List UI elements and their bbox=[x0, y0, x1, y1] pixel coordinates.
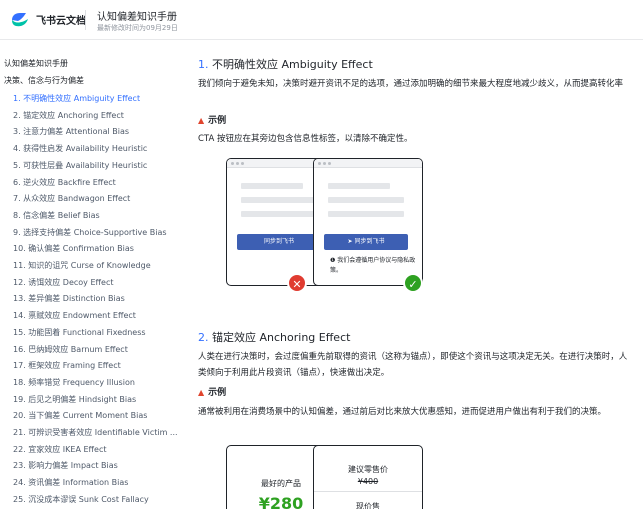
sync-button: ➤ 同步到飞书 bbox=[324, 234, 408, 250]
example-text: 通常被利用在消费场景中的认知偏差，通过前后对比来放大优惠感知，进而促进用户做出有… bbox=[198, 407, 607, 417]
toc-item[interactable]: 17. 框架效应 Framing Effect bbox=[13, 360, 121, 371]
price-card-right: 建议零售价 ¥400 现价售 bbox=[313, 445, 423, 509]
example-label: ▲ 示例 bbox=[198, 388, 227, 398]
brand-name[interactable]: 飞书云文档 bbox=[36, 12, 86, 27]
heading-text: 不明确性效应 Ambiguity Effect bbox=[212, 58, 373, 71]
placeholder-bar bbox=[328, 211, 404, 217]
heading-text: 锚定效应 Anchoring Effect bbox=[212, 331, 351, 344]
placeholder-bar bbox=[241, 183, 303, 189]
feishu-logo-icon[interactable] bbox=[10, 11, 30, 29]
heading-anchoring-effect: 2. 锚定效应 Anchoring Effect bbox=[198, 329, 350, 345]
heading-number: 1. bbox=[198, 58, 209, 71]
toc-item[interactable]: 22. 宜家效应 IKEA Effect bbox=[13, 444, 107, 455]
card-divider bbox=[314, 491, 422, 492]
header-divider bbox=[85, 10, 86, 30]
sync-button: 同步到飞书 bbox=[237, 234, 321, 250]
toc-item[interactable]: 2. 锚定效应 Anchoring Effect bbox=[13, 110, 124, 121]
example-text: CTA 按钮应在其旁边包含信息性标签，以清除不确定性。 bbox=[198, 134, 413, 144]
toc-item[interactable]: 25. 沉没成本谬误 Sunk Cost Fallacy bbox=[13, 494, 149, 505]
toc-item[interactable]: 5. 可获性层叠 Availability Heuristic bbox=[13, 160, 147, 171]
warning-triangle-icon: ▲ bbox=[198, 116, 205, 125]
cross-icon: ✕ bbox=[287, 273, 307, 293]
heading-ambiguity-effect: 1. 不明确性效应 Ambiguity Effect bbox=[198, 56, 373, 72]
toc-item[interactable]: 4. 获得性启发 Availability Heuristic bbox=[13, 143, 147, 154]
paragraph: 我们倾向于避免未知，决策时避开资讯不足的选项，通过添加明确的细节来最大程度地减少… bbox=[198, 79, 624, 89]
card-old-price: ¥400 bbox=[357, 477, 379, 486]
card-subtitle: 现价售 bbox=[356, 502, 380, 509]
check-icon: ✓ bbox=[403, 273, 423, 293]
toc-item[interactable]: 20. 当下偏差 Current Moment Bias bbox=[13, 410, 147, 421]
toc-item[interactable]: 24. 资讯偏差 Information Bias bbox=[13, 477, 128, 488]
toc-item[interactable]: 6. 逆火效应 Backfire Effect bbox=[13, 177, 116, 188]
toc-section-item[interactable]: 决策、信念与行为偏差 bbox=[4, 75, 84, 86]
placeholder-bar bbox=[241, 197, 317, 203]
toc-item[interactable]: 18. 频率错觉 Frequency Illusion bbox=[13, 377, 135, 388]
paragraph: 人类在进行决策时，会过度偏重先前取得的资讯（这称为锚点），即使这个资讯与这项决定… bbox=[198, 352, 628, 378]
top-header: 飞书云文档 认知偏差知识手册 最新修改时间为09月29日 bbox=[0, 0, 643, 40]
toc-item[interactable]: 21. 可辨识受害者效应 Identifiable Victim ... bbox=[13, 427, 178, 438]
toc-item[interactable]: 19. 后见之明偏差 Hindsight Bias bbox=[13, 394, 136, 405]
toc-item[interactable]: 13. 差异偏差 Distinction Bias bbox=[13, 293, 125, 304]
toc-item[interactable]: 11. 知识的诅咒 Curse of Knowledge bbox=[13, 260, 151, 271]
toc-item[interactable]: 7. 从众效应 Bandwagon Effect bbox=[13, 193, 130, 204]
toc-root-item[interactable]: 认知偏差知识手册 bbox=[4, 58, 68, 69]
document-body: 1. 不明确性效应 Ambiguity Effect 我们倾向于避免未知，决策时… bbox=[182, 40, 643, 509]
toc-item[interactable]: 15. 功能固着 Functional Fixedness bbox=[13, 327, 146, 338]
toc-item[interactable]: 3. 注意力偏差 Attentional Bias bbox=[13, 126, 129, 137]
table-of-contents: 认知偏差知识手册 决策、信念与行为偏差 1. 不明确性效应 Ambiguity … bbox=[0, 40, 182, 509]
mock-window-good: ➤ 同步到飞书 ❶ 我们会遵循用户协议与隐私政策。 bbox=[313, 158, 423, 286]
toc-item[interactable]: 9. 选择支持偏差 Choice-Supportive Bias bbox=[13, 227, 167, 238]
toc-item[interactable]: 12. 诱饵效应 Decoy Effect bbox=[13, 277, 113, 288]
placeholder-bar bbox=[241, 211, 317, 217]
toc-item[interactable]: 16. 巴纳姆效应 Barnum Effect bbox=[13, 344, 128, 355]
toc-item[interactable]: 10. 确认偏差 Confirmation Bias bbox=[13, 243, 134, 254]
document-title[interactable]: 认知偏差知识手册 bbox=[97, 8, 177, 23]
card-title: 建议零售价 bbox=[348, 465, 388, 474]
placeholder-bar bbox=[328, 183, 390, 189]
placeholder-bar bbox=[328, 197, 404, 203]
example-label: ▲ 示例 bbox=[198, 116, 227, 126]
toc-item[interactable]: 14. 禀赋效应 Endowment Effect bbox=[13, 310, 136, 321]
toc-item[interactable]: 8. 信念偏差 Belief Bias bbox=[13, 210, 100, 221]
privacy-note: ❶ 我们会遵循用户协议与隐私政策。 bbox=[330, 257, 416, 274]
window-titlebar bbox=[314, 159, 422, 168]
warning-triangle-icon: ▲ bbox=[198, 388, 205, 397]
heading-number: 2. bbox=[198, 331, 209, 344]
last-modified-text: 最新修改时间为09月29日 bbox=[97, 24, 178, 32]
toc-item[interactable]: 1. 不明确性效应 Ambiguity Effect bbox=[13, 93, 140, 104]
toc-item[interactable]: 23. 影响力偏差 Impact Bias bbox=[13, 460, 118, 471]
